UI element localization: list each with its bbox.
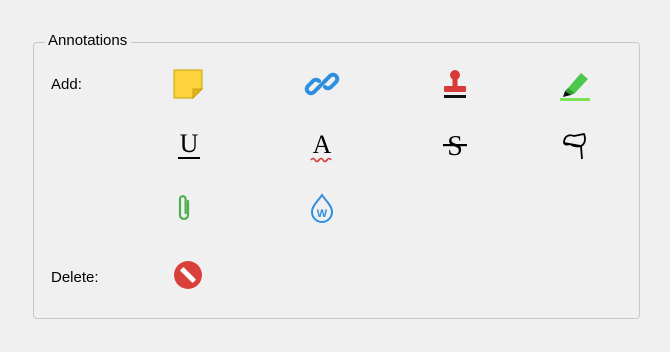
add-underline-button[interactable]: U — [167, 125, 211, 165]
add-squiggly-button[interactable]: A — [300, 127, 344, 167]
stamp-icon — [444, 70, 466, 98]
annotations-group-title: Annotations — [45, 31, 132, 51]
annotations-panel: Annotations Add: Delete: U A S W — [0, 0, 670, 352]
svg-text:W: W — [317, 208, 328, 220]
svg-text:U: U — [180, 129, 199, 158]
delete-prohibited-icon — [174, 261, 202, 289]
add-watermark-button[interactable]: W — [300, 188, 344, 228]
svg-text:A: A — [313, 130, 332, 159]
add-highlight-button[interactable] — [553, 64, 597, 104]
delete-label: Delete: — [51, 269, 99, 286]
add-stamp-button[interactable] — [433, 64, 477, 104]
add-freehand-button[interactable] — [553, 126, 597, 166]
add-strikeout-button[interactable]: S — [433, 125, 477, 165]
squiggly-underline-icon: A — [310, 130, 332, 163]
highlighter-icon — [560, 73, 590, 101]
underline-icon: U — [178, 129, 200, 159]
svg-text:S: S — [447, 131, 463, 162]
sticky-note-icon — [173, 69, 204, 100]
link-icon — [304, 72, 340, 96]
add-sticky-note-button[interactable] — [166, 64, 210, 104]
add-attachment-button[interactable] — [164, 188, 208, 228]
paperclip-icon — [178, 195, 190, 221]
watermark-icon: W — [310, 193, 334, 223]
add-link-button[interactable] — [300, 64, 344, 104]
delete-annotation-button[interactable] — [166, 255, 210, 295]
strikeout-icon: S — [443, 131, 467, 162]
freehand-ink-icon — [563, 133, 586, 160]
add-label: Add: — [51, 76, 82, 93]
